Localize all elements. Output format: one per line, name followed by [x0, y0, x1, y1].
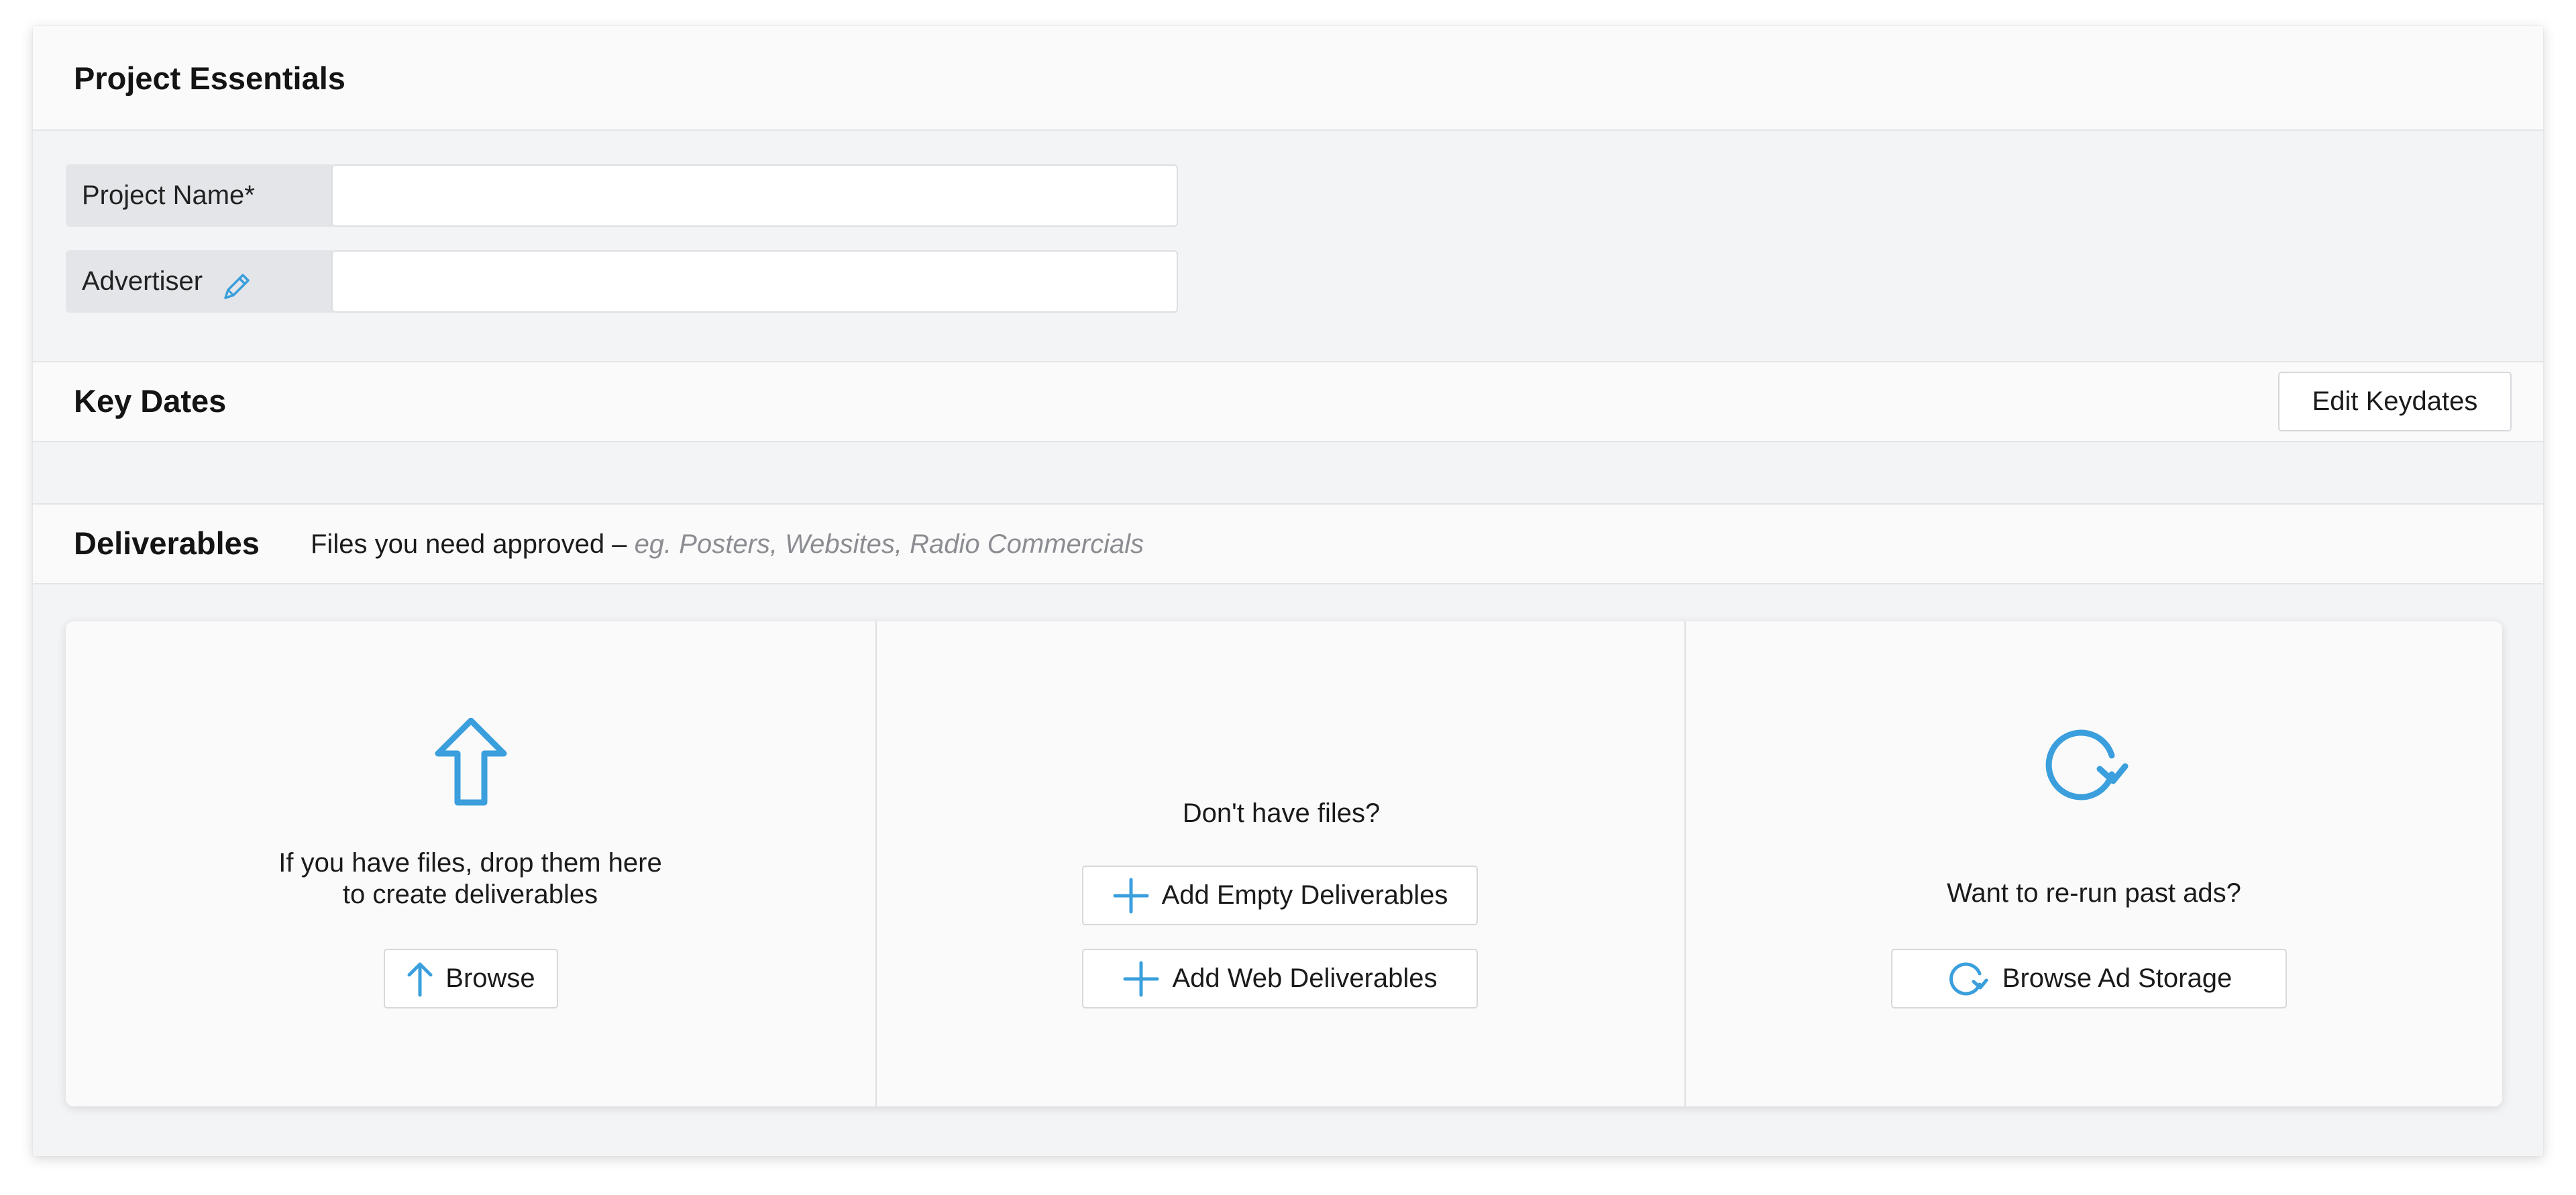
refresh-icon [2042, 725, 2136, 805]
advertiser-label-text: Advertiser [82, 266, 203, 296]
dont-have-files-text: Don't have files? [1182, 798, 1381, 828]
key-dates-title: Key Dates [74, 383, 227, 419]
plus-icon [1122, 960, 1160, 998]
deliverables-subtitle-example: eg. Posters, Websites, Radio Commercials [634, 529, 1144, 559]
advertiser-input[interactable] [331, 250, 1178, 313]
essentials-title: Project Essentials [74, 60, 345, 96]
upload-dropzone[interactable]: If you have files, drop them here to cre… [66, 621, 875, 1106]
upload-text-line2: to create deliverables [342, 880, 598, 909]
add-web-deliverables-button[interactable]: Add Web Deliverables [1082, 949, 1478, 1008]
key-dates-header: Key Dates Edit Keydates [33, 361, 2543, 442]
arrow-up-icon [407, 960, 433, 998]
project-name-label: Project Name* [66, 164, 333, 227]
upload-text-line1: If you have files, drop them here [278, 848, 662, 878]
advertiser-row: Advertiser [66, 250, 1213, 313]
browse-ad-storage-button[interactable]: Browse Ad Storage [1891, 949, 2287, 1008]
rerun-panel: Want to re-run past ads? Browse Ad Stora… [1686, 621, 2502, 1106]
browse-ad-storage-label: Browse Ad Storage [2002, 964, 2233, 993]
plus-icon [1112, 877, 1150, 915]
project-name-row: Project Name* [66, 164, 1213, 227]
deliverables-subtitle-main: Files you need approved – [311, 529, 627, 559]
project-form-card: Project Essentials Project Name* Adverti… [33, 26, 2543, 1156]
deliverables-subtitle: Files you need approved – eg. Posters, W… [311, 505, 1144, 584]
add-empty-deliverables-button[interactable]: Add Empty Deliverables [1082, 866, 1478, 925]
add-empty-deliverables-label: Add Empty Deliverables [1161, 880, 1448, 910]
rerun-question-text: Want to re-run past ads? [1947, 878, 2241, 908]
advertiser-label: Advertiser [66, 250, 333, 313]
upload-arrow-icon [434, 717, 508, 807]
browse-label: Browse [445, 964, 535, 993]
refresh-small-icon [1946, 959, 1990, 999]
deliverables-title: Deliverables [74, 525, 260, 561]
pencil-icon[interactable] [219, 265, 254, 300]
project-name-label-text: Project Name* [82, 180, 255, 210]
deliverables-header: Deliverables Files you need approved – e… [33, 503, 2543, 584]
add-web-deliverables-label: Add Web Deliverables [1172, 964, 1438, 993]
project-name-input[interactable] [331, 164, 1178, 227]
browse-button[interactable]: Browse [384, 949, 558, 1008]
deliverables-panels: If you have files, drop them here to cre… [66, 621, 2502, 1106]
essentials-header: Project Essentials [33, 26, 2543, 131]
empty-deliverables-panel: Don't have files? Add Empty Deliverables… [877, 621, 1686, 1106]
edit-keydates-button[interactable]: Edit Keydates [2278, 372, 2512, 431]
